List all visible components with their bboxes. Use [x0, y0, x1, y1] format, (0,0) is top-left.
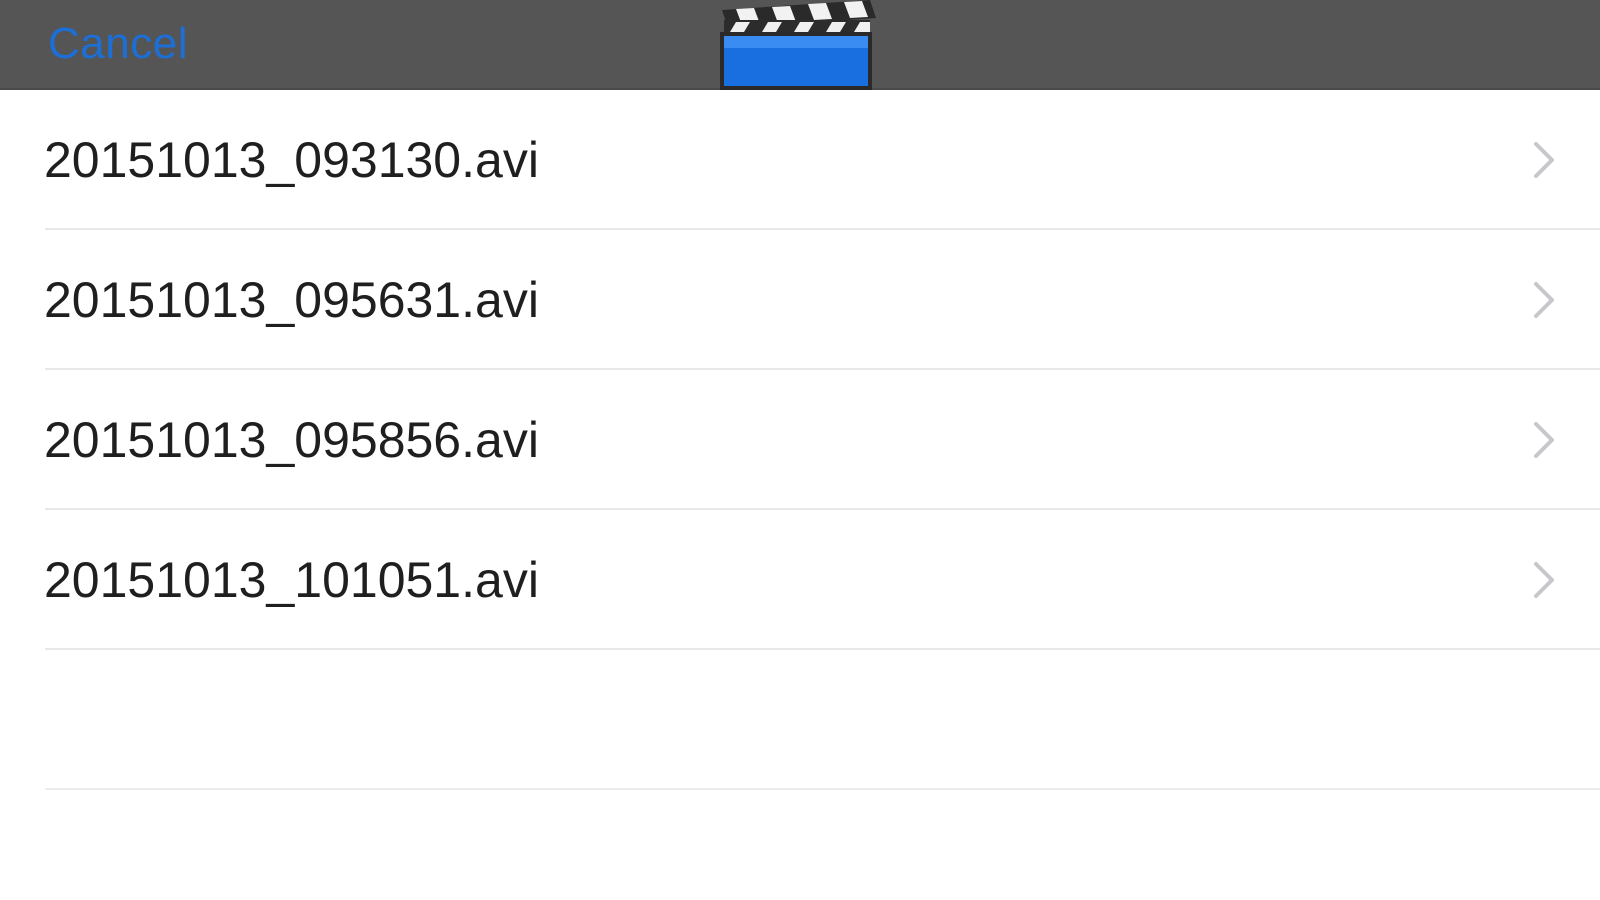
file-row[interactable]: 20151013_095856.avi — [0, 370, 1600, 510]
chevron-right-icon — [1534, 562, 1554, 598]
clapperboard-icon — [720, 0, 876, 90]
empty-row — [0, 650, 1600, 790]
chevron-right-icon — [1534, 422, 1554, 458]
file-name: 20151013_093130.avi — [44, 132, 539, 188]
navigation-bar: Cancel — [0, 0, 1600, 90]
file-row[interactable]: 20151013_093130.avi — [0, 90, 1600, 230]
chevron-right-icon — [1534, 282, 1554, 318]
file-list: 20151013_093130.avi 20151013_095631.avi … — [0, 90, 1600, 790]
cancel-button[interactable]: Cancel — [48, 18, 188, 70]
file-row[interactable]: 20151013_101051.avi — [0, 510, 1600, 650]
file-name: 20151013_095631.avi — [44, 272, 539, 328]
file-name: 20151013_095856.avi — [44, 412, 539, 468]
chevron-right-icon — [1534, 142, 1554, 178]
file-row[interactable]: 20151013_095631.avi — [0, 230, 1600, 370]
file-name: 20151013_101051.avi — [44, 552, 539, 608]
